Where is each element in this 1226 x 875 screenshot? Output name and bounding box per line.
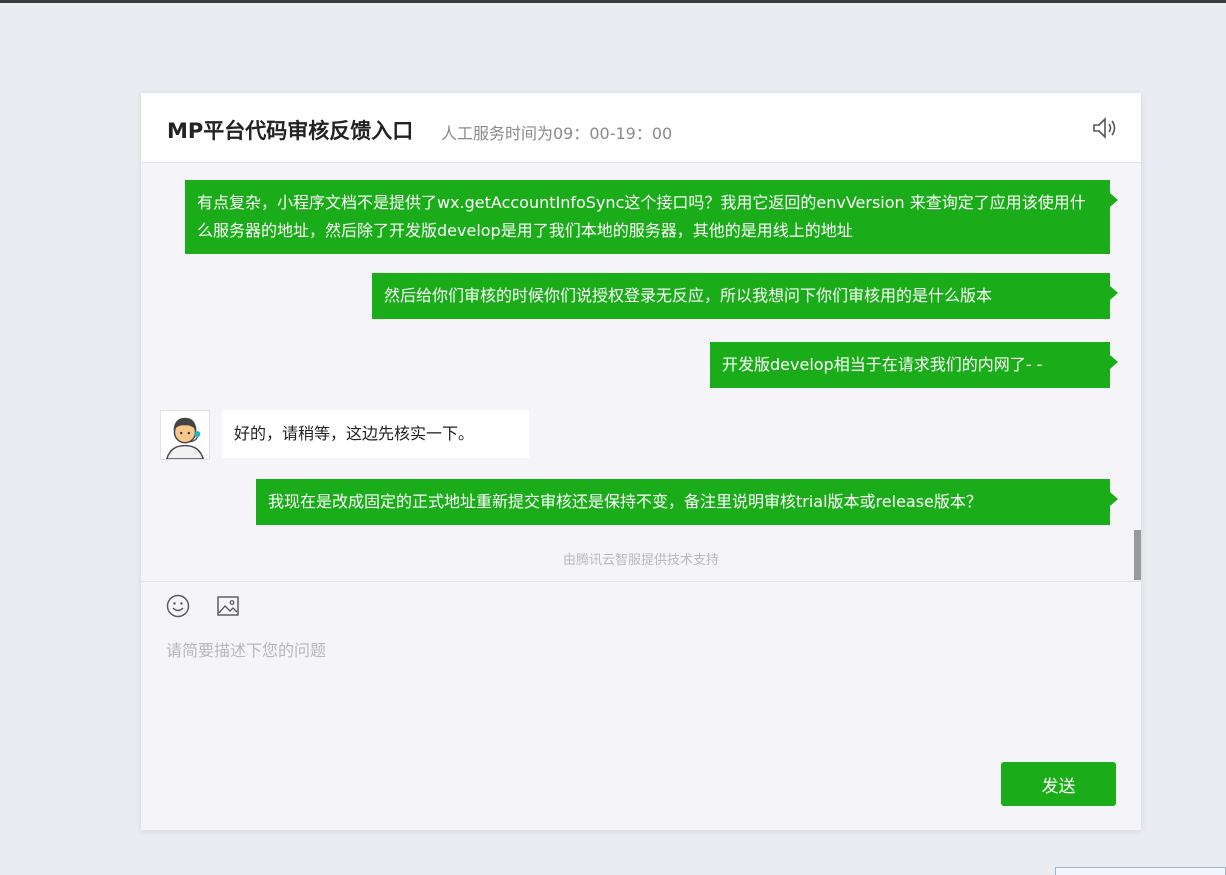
message-out: 然后给你们审核的时候你们说授权登录无反应，所以我想问下你们审核用的是什么版本 xyxy=(372,273,1118,319)
message-list[interactable]: 有点复杂，小程序文档不是提供了wx.getAccountInfoSync这个接口… xyxy=(141,163,1141,581)
corner-window-fragment xyxy=(1055,867,1226,875)
message-out: 我现在是改成固定的正式地址重新提交审核还是保持不变，备注里说明审核trial版本… xyxy=(256,479,1118,525)
message-composer: 发送 xyxy=(141,581,1141,830)
agent-avatar xyxy=(160,410,210,460)
image-icon[interactable] xyxy=(215,593,241,619)
message-in: 好的，请稍等，这边先核实一下。 xyxy=(222,410,529,458)
feedback-chat-panel: MP平台代码审核反馈入口 人工服务时间为09：00-19：00 有点复杂，小程序… xyxy=(141,93,1141,830)
speaker-icon[interactable] xyxy=(1091,115,1117,141)
chat-header: MP平台代码审核反馈入口 人工服务时间为09：00-19：00 xyxy=(141,93,1141,163)
powered-by-text: 由腾讯云智服提供技术支持 xyxy=(562,553,719,568)
message-input[interactable] xyxy=(166,637,1116,737)
emoji-icon[interactable] xyxy=(165,593,191,619)
agent-icon xyxy=(165,417,205,460)
send-button[interactable]: 发送 xyxy=(1001,762,1116,806)
page-title: MP平台代码审核反馈入口 xyxy=(167,119,414,143)
message-out: 开发版develop相当于在请求我们的内网了- - xyxy=(710,342,1118,388)
message-out: 有点复杂，小程序文档不是提供了wx.getAccountInfoSync这个接口… xyxy=(185,180,1118,254)
top-border xyxy=(0,0,1226,3)
service-hours: 人工服务时间为09：00-19：00 xyxy=(441,124,673,143)
